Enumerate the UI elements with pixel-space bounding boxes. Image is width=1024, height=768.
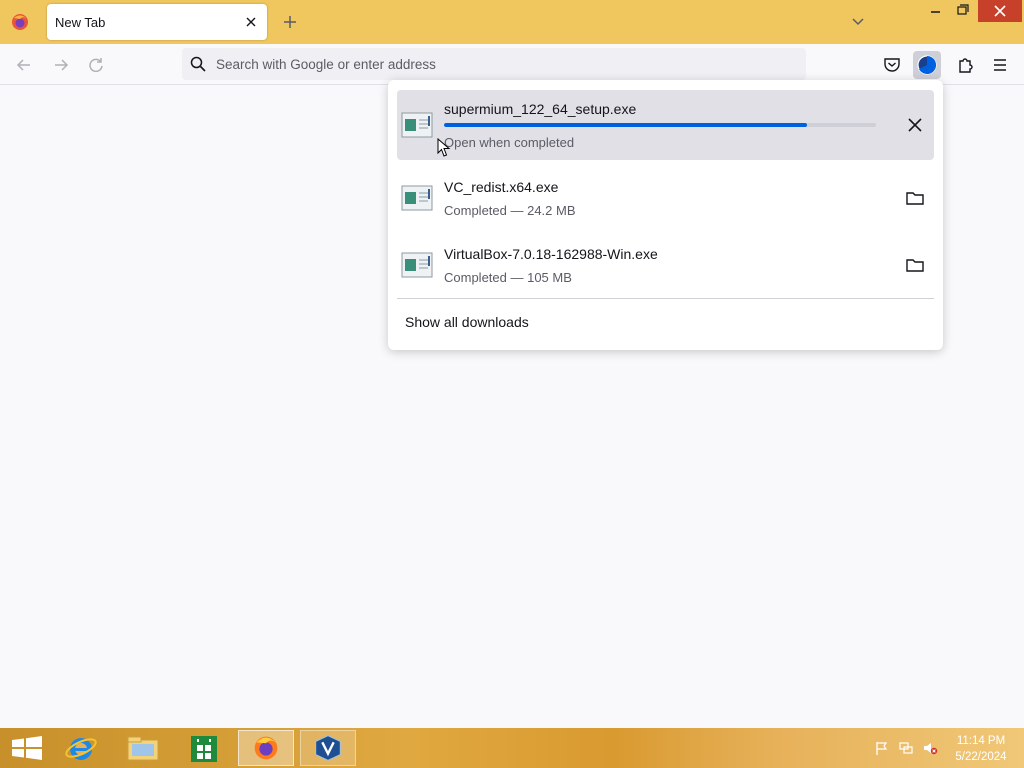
download-progress-fill [444,123,807,127]
executable-file-icon [401,185,433,211]
download-file-name: VirtualBox-7.0.18-162988-Win.exe [444,246,658,262]
close-tab-icon[interactable] [241,12,261,32]
download-item[interactable]: supermium_122_64_setup.exe Open when com… [397,90,934,160]
forward-arrow-icon[interactable] [50,54,72,76]
window-close-icon[interactable] [978,0,1022,22]
start-icon[interactable] [0,730,56,766]
address-bar-placeholder: Search with Google or enter address [216,57,436,72]
executable-file-icon [401,252,433,278]
executable-file-icon [401,112,433,138]
reload-icon[interactable] [85,54,107,76]
back-arrow-icon[interactable] [13,54,35,76]
tab-new-tab[interactable]: New Tab [47,4,267,40]
firefox-view-icon[interactable] [10,12,30,32]
store-icon[interactable] [176,730,232,766]
pocket-icon[interactable] [878,51,906,79]
download-file-name: supermium_122_64_setup.exe [444,101,637,117]
tab-title: New Tab [55,15,106,30]
virtualbox-icon[interactable] [300,730,356,766]
download-item[interactable]: VC_redist.x64.exe Completed — 24.2 MB [397,163,934,233]
navigation-toolbar: Search with Google or enter address [0,44,1024,85]
clock-date: 5/22/2024 [955,751,1007,763]
mouse-cursor-icon [437,138,451,157]
downloads-panel: supermium_122_64_setup.exe Open when com… [388,80,943,350]
download-item[interactable]: VirtualBox-7.0.18-162988-Win.exe Complet… [397,230,934,300]
cancel-icon[interactable] [904,114,926,136]
download-status: Completed — 24.2 MB [444,203,576,218]
folder-icon[interactable] [904,187,926,209]
chevron-down-icon[interactable] [848,12,868,32]
minimize-icon[interactable] [922,0,950,22]
download-progress-bar [444,123,876,127]
volume-muted-icon[interactable] [922,740,938,756]
clock-time: 11:14 PM [956,735,1006,747]
download-status: Open when completed [444,135,575,150]
address-bar[interactable]: Search with Google or enter address [182,48,806,80]
extensions-icon[interactable] [951,51,979,79]
download-file-name: VC_redist.x64.exe [444,179,559,195]
firefox-icon[interactable] [238,730,294,766]
downloads-progress-icon[interactable] [913,51,941,79]
action-center-flag-icon[interactable] [874,740,890,756]
internet-explorer-icon[interactable] [52,730,108,766]
search-icon [190,56,206,72]
taskbar: 11:14 PM 5/22/2024 [0,728,1024,768]
download-status: Completed — 105 MB [444,270,572,285]
network-icon[interactable] [898,740,914,756]
restore-icon[interactable] [948,0,976,22]
file-explorer-icon[interactable] [114,730,170,766]
hamburger-menu-icon[interactable] [986,51,1014,79]
tab-strip: New Tab [0,0,1024,44]
divider [397,298,934,299]
new-tab-plus-icon[interactable] [280,12,300,32]
show-all-downloads-link[interactable]: Show all downloads [405,314,529,330]
system-clock[interactable]: 11:14 PM 5/22/2024 [948,733,1014,765]
folder-icon[interactable] [904,254,926,276]
